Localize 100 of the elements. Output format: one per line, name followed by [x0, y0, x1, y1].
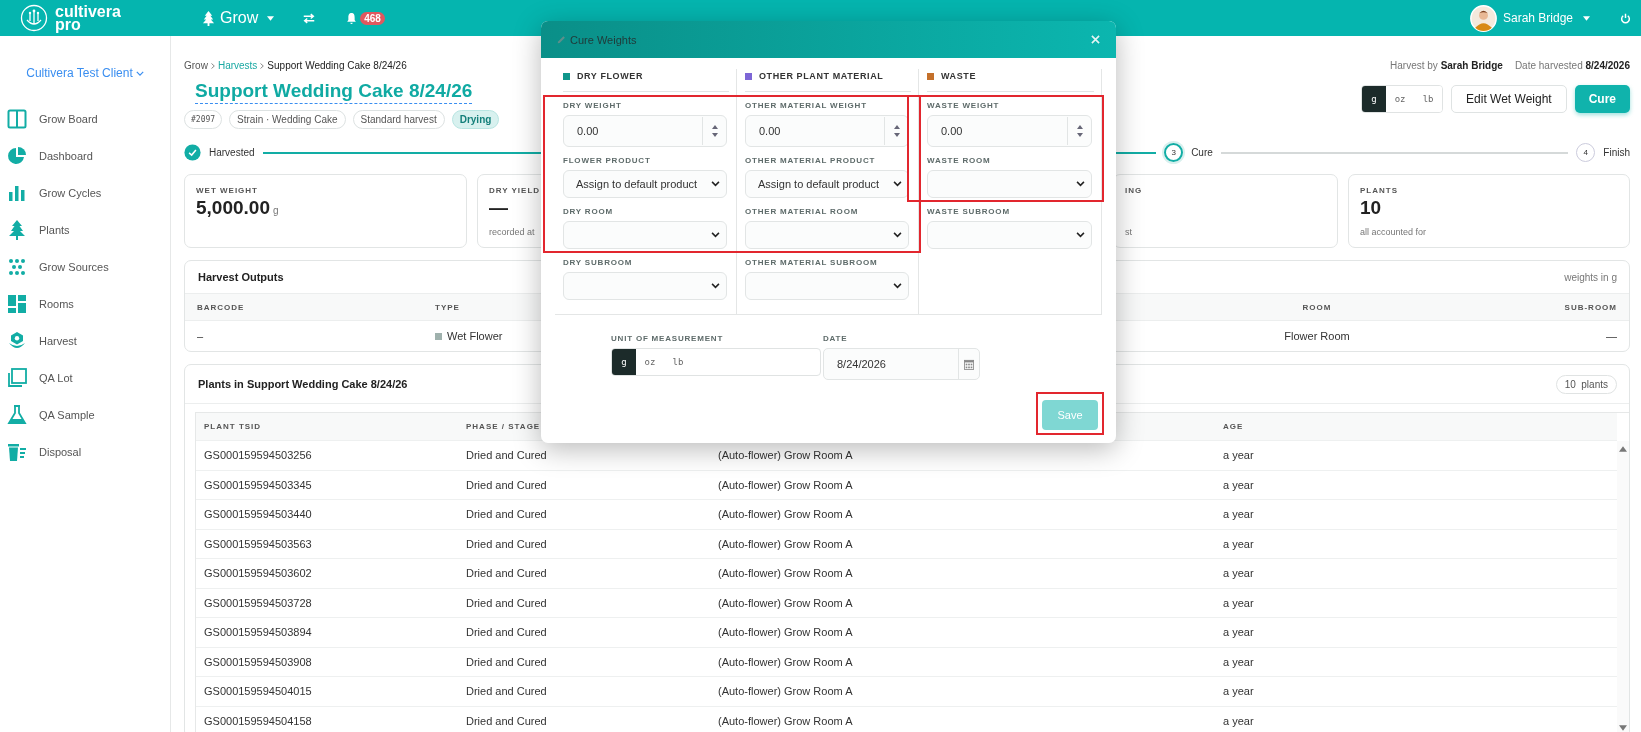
section-title: OTHER PLANT MATERIAL [759, 71, 884, 81]
caret-icon [267, 15, 275, 21]
field-label: OTHER MATERIAL WEIGHT [745, 101, 868, 110]
section-title: DRY FLOWER [577, 71, 643, 81]
table-cell: (Auto-flower) Grow Room A [718, 655, 853, 668]
sidebar-item[interactable]: QA Lot [0, 359, 170, 396]
table-cell: Dried and Cured [466, 596, 547, 609]
table-cell: Dried and Cured [466, 567, 547, 580]
chevron-down-icon[interactable] [135, 70, 144, 76]
column-header: BARCODE [197, 302, 245, 312]
sidebar-item[interactable]: Harvest [0, 322, 170, 359]
flower-icon [7, 330, 27, 351]
unit-option[interactable]: g [1362, 86, 1387, 112]
table-cell: – [197, 330, 204, 342]
stat-note: st [1125, 227, 1132, 237]
table-cell: Wet Flower [447, 330, 503, 342]
close-button[interactable] [1089, 33, 1102, 46]
select-field[interactable]: Assign to default product [745, 170, 909, 198]
select-field[interactable]: Assign to default product [563, 170, 727, 198]
unit-option[interactable]: g [612, 349, 636, 375]
field-label: OTHER MATERIAL PRODUCT [745, 156, 877, 165]
chevron-down-icon [1076, 181, 1085, 187]
field-label: WASTE SUBROOM [927, 207, 1011, 216]
check-icon [184, 144, 201, 161]
date-field[interactable]: 8/24/2026 [823, 348, 980, 380]
step-label: Harvested [209, 147, 255, 158]
notification-count: 468 [360, 11, 385, 25]
stat-label: PLANTS [1360, 186, 1398, 195]
step-label: Cure [1191, 147, 1213, 158]
scrollbar[interactable] [1617, 441, 1629, 732]
table-cell: a year [1223, 537, 1254, 550]
scroll-down-icon[interactable] [1619, 725, 1627, 731]
field-label: DRY SUBROOM [563, 258, 634, 267]
tree-icon [7, 219, 27, 240]
sidebar-item[interactable]: Grow Board [0, 100, 170, 137]
chevron-down-icon [1076, 232, 1085, 238]
sidebar-item[interactable]: Dashboard [0, 137, 170, 174]
table-cell: (Auto-flower) Grow Room A [718, 478, 853, 491]
edit-button[interactable]: Edit Wet Weight [1451, 85, 1567, 113]
avatar-icon[interactable] [1469, 4, 1497, 32]
select-field[interactable] [563, 272, 727, 300]
table-cell: a year [1223, 714, 1254, 727]
table-cell: (Auto-flower) Grow Room A [718, 596, 853, 609]
select-field[interactable] [927, 221, 1092, 249]
sidebar-item[interactable]: Grow Cycles [0, 174, 170, 211]
select-field[interactable] [745, 221, 909, 249]
columns-icon [7, 108, 27, 129]
bell-icon[interactable] [346, 11, 358, 25]
table-cell: GS000159594503563 [204, 537, 312, 550]
dialog-title: Cure Weights [570, 33, 637, 46]
stat-note: all accounted for [1360, 227, 1427, 237]
caret-icon[interactable] [1583, 15, 1590, 21]
table-cell: (Auto-flower) Grow Room A [718, 714, 853, 727]
stat-value: 5,000.00 g [196, 197, 279, 220]
table-cell: GS000159594503345 [204, 478, 312, 491]
table-cell: Dried and Cured [466, 655, 547, 668]
number-field[interactable]: 0.00 [927, 115, 1092, 147]
number-field[interactable]: 0.00 [563, 115, 727, 147]
step-label: Finish [1603, 147, 1630, 158]
field-label: WASTE ROOM [927, 156, 992, 165]
number-field[interactable]: 0.00 [745, 115, 909, 147]
table-cell: Dried and Cured [466, 449, 547, 462]
table-cell: GS000159594503440 [204, 508, 312, 521]
table-cell: (Auto-flower) Grow Room A [718, 567, 853, 580]
card-title: Plants in Support Wedding Cake 8/24/26 [198, 378, 408, 390]
table-cell: (Auto-flower) Grow Room A [718, 508, 853, 521]
table-cell: a year [1223, 596, 1254, 609]
breadcrumb-separator-icon [260, 62, 265, 69]
chevron-down-icon [711, 283, 720, 289]
table-cell: Dried and Cured [466, 714, 547, 727]
sidebar-item[interactable]: Disposal [0, 433, 170, 470]
sidebar-item[interactable]: Rooms [0, 285, 170, 322]
field-label: OTHER MATERIAL SUBROOM [745, 258, 879, 267]
column-header: ROOM [1302, 302, 1332, 312]
calendar-icon[interactable] [964, 358, 974, 370]
table-cell: (Auto-flower) Grow Room A [718, 449, 853, 462]
swap-icon[interactable] [302, 12, 317, 24]
breadcrumb-link[interactable]: Grow [184, 60, 208, 71]
sidebar-item[interactable]: QA Sample [0, 396, 170, 433]
step-number: 3 [1164, 143, 1184, 162]
column-header: TYPE [435, 302, 460, 312]
power-icon[interactable] [1620, 12, 1631, 24]
table-cell: (Auto-flower) Grow Room A [718, 685, 853, 698]
close-icon [1091, 35, 1100, 44]
date-harvested: Date harvested 8/24/2026 [1514, 60, 1630, 71]
field-label: OTHER MATERIAL ROOM [745, 207, 860, 216]
card-title: Harvest Outputs [198, 271, 284, 283]
sidebar-item[interactable]: Grow Sources [0, 248, 170, 285]
select-field[interactable] [745, 272, 909, 300]
stacked-squares-icon [7, 367, 27, 388]
pie-chart-icon [7, 145, 27, 166]
stat-label: DRY YIELD [489, 186, 541, 195]
table-cell: Dried and Cured [466, 626, 547, 639]
scroll-up-icon[interactable] [1619, 446, 1627, 452]
select-field[interactable] [927, 170, 1092, 198]
table-cell: a year [1223, 449, 1254, 462]
sidebar-item[interactable]: Plants [0, 211, 170, 248]
select-field[interactable] [563, 221, 727, 249]
chevron-down-icon [893, 232, 902, 238]
table-cell: a year [1223, 508, 1254, 521]
